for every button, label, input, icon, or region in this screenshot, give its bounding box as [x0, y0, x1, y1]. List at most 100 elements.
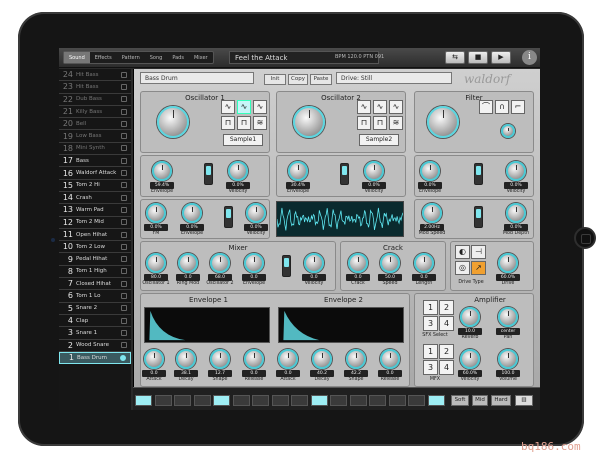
sound-edit-icon[interactable]: [121, 145, 127, 152]
sound-list-item[interactable]: 17 Bass: [59, 155, 131, 168]
fm-knob[interactable]: [146, 203, 166, 223]
copy-button[interactable]: Copy: [288, 74, 308, 85]
e1-release-knob[interactable]: [244, 349, 264, 369]
osc1-wave-saw-icon[interactable]: ∿: [253, 100, 267, 114]
sound-edit-icon[interactable]: [121, 292, 127, 299]
sound-edit-icon[interactable]: [121, 71, 127, 78]
filter-hp-icon[interactable]: ⌐: [511, 100, 525, 114]
step-button[interactable]: [408, 395, 425, 406]
sound-edit-icon[interactable]: [121, 280, 127, 287]
e2-attack-knob[interactable]: [278, 349, 298, 369]
mod-switch[interactable]: [474, 206, 483, 228]
step-button[interactable]: [349, 395, 367, 406]
cr-speed-knob[interactable]: [380, 253, 400, 273]
sound-list-item[interactable]: 24 Hit Bass: [59, 69, 131, 82]
sound-list-item[interactable]: 11 Open Hihat: [59, 229, 131, 242]
drive-type-1-icon[interactable]: ◐: [455, 245, 470, 259]
sound-list-item[interactable]: 8 Tom 1 High: [59, 266, 131, 279]
step-button[interactable]: [330, 395, 347, 406]
osc1-vel-knob[interactable]: [228, 161, 248, 181]
mfx-4-button[interactable]: 4: [439, 360, 454, 375]
tab-sound[interactable]: Sound: [64, 52, 90, 63]
sound-list-item[interactable]: 22 Dub Bass: [59, 94, 131, 106]
fm-switch[interactable]: [224, 206, 233, 228]
sound-edit-icon[interactable]: [121, 231, 127, 238]
e1-attack-knob[interactable]: [144, 349, 164, 369]
flt-vel-knob[interactable]: [506, 161, 526, 181]
osc1-wave-pulse-icon[interactable]: ⊓: [237, 116, 251, 130]
fm-vel-knob[interactable]: [246, 203, 266, 223]
sound-list-item[interactable]: 5 Snare 2: [59, 303, 131, 315]
sound-list-item[interactable]: 9 Pedal Hihat: [59, 253, 131, 266]
loop-button[interactable]: ⇆: [445, 51, 465, 64]
tab-pattern[interactable]: Pattern: [117, 52, 145, 63]
e2-decay-knob[interactable]: [312, 349, 332, 369]
filter-cutoff-knob[interactable]: [427, 106, 459, 138]
sound-list-item[interactable]: 3 Snare 1: [59, 327, 131, 340]
mx-ring-knob[interactable]: [178, 253, 198, 273]
home-button[interactable]: [574, 227, 596, 249]
sfx-1-button[interactable]: 1: [423, 300, 438, 315]
sound-list-item[interactable]: 6 Tom 1 Lo: [59, 290, 131, 303]
sound-list-item[interactable]: 2 Wood Snare: [59, 340, 131, 352]
step-button[interactable]: [271, 395, 289, 406]
sound-edit-icon[interactable]: [121, 157, 127, 164]
mixer-switch[interactable]: [282, 255, 291, 277]
osc2-switch[interactable]: [340, 163, 349, 185]
soft-button[interactable]: Soft: [451, 395, 469, 406]
sound-list-item[interactable]: 4 Clap: [59, 315, 131, 328]
osc2-sample-button[interactable]: Sample2: [359, 134, 399, 146]
sound-edit-icon[interactable]: [121, 194, 127, 201]
osc1-sample-button[interactable]: Sample1: [223, 134, 263, 146]
drive-knob[interactable]: [498, 253, 518, 273]
sound-list-item[interactable]: 15 Tom 2 Hi: [59, 180, 131, 192]
mfx-3-button[interactable]: 3: [423, 360, 438, 375]
mod-speed-knob[interactable]: [422, 203, 442, 223]
cr-crack-knob[interactable]: [348, 253, 368, 273]
osc2-vel-knob[interactable]: [364, 161, 384, 181]
sound-edit-icon[interactable]: [121, 317, 127, 324]
sound-list-item[interactable]: 19 Low Bass: [59, 130, 131, 143]
step-button[interactable]: [427, 395, 445, 406]
mx-env-knob[interactable]: [244, 253, 264, 273]
mx-vel-knob[interactable]: [304, 253, 324, 273]
amp-vol-knob[interactable]: [498, 349, 518, 369]
step-button[interactable]: [193, 395, 211, 406]
osc1-wave-tri-icon[interactable]: ∿: [237, 100, 251, 114]
filter-switch[interactable]: [474, 163, 483, 185]
sound-edit-icon[interactable]: [121, 108, 127, 115]
osc2-env-knob[interactable]: [288, 161, 308, 181]
sound-list-item[interactable]: 12 Tom 2 Mid: [59, 217, 131, 229]
cr-length-knob[interactable]: [414, 253, 434, 273]
osc1-pitch-knob[interactable]: [157, 106, 189, 138]
sound-name-field[interactable]: Bass Drum: [140, 72, 254, 84]
sound-list-item[interactable]: 13 Warm Pad: [59, 204, 131, 217]
osc2-wave-saw-icon[interactable]: ∿: [389, 100, 403, 114]
paste-button[interactable]: Paste: [310, 74, 332, 85]
sound-list-item[interactable]: 18 Mini Synth: [59, 143, 131, 156]
mod-depth-knob[interactable]: [506, 203, 526, 223]
sound-list-item[interactable]: 20 Bell: [59, 118, 131, 131]
step-button[interactable]: [154, 395, 172, 406]
sound-edit-icon[interactable]: [121, 219, 127, 226]
filter-lp-icon[interactable]: ⌒: [479, 100, 493, 114]
init-button[interactable]: Init: [264, 74, 286, 85]
sound-list-item[interactable]: 7 Closed Hihat: [59, 278, 131, 291]
mid-button[interactable]: Mid: [472, 395, 488, 406]
drive-type-4-icon[interactable]: ↗: [471, 261, 486, 275]
play-button[interactable]: ▶: [491, 51, 511, 64]
sound-edit-icon[interactable]: [121, 120, 127, 127]
filter-bp-icon[interactable]: ∩: [495, 100, 509, 114]
osc1-env-knob[interactable]: [152, 161, 172, 181]
sound-edit-icon[interactable]: [121, 83, 127, 90]
sound-list-item[interactable]: 21 Killy Bass: [59, 106, 131, 119]
sound-list-item[interactable]: 23 Hit Bass: [59, 81, 131, 94]
stop-button[interactable]: ■: [468, 51, 488, 64]
info-icon[interactable]: i: [522, 50, 537, 65]
drive-type-2-icon[interactable]: ⊣: [471, 245, 486, 259]
e2-release-knob[interactable]: [380, 349, 400, 369]
drive-field[interactable]: Drive: Still: [336, 72, 452, 84]
step-button[interactable]: [291, 395, 308, 406]
step-button[interactable]: [388, 395, 406, 406]
mx-osc2-knob[interactable]: [210, 253, 230, 273]
